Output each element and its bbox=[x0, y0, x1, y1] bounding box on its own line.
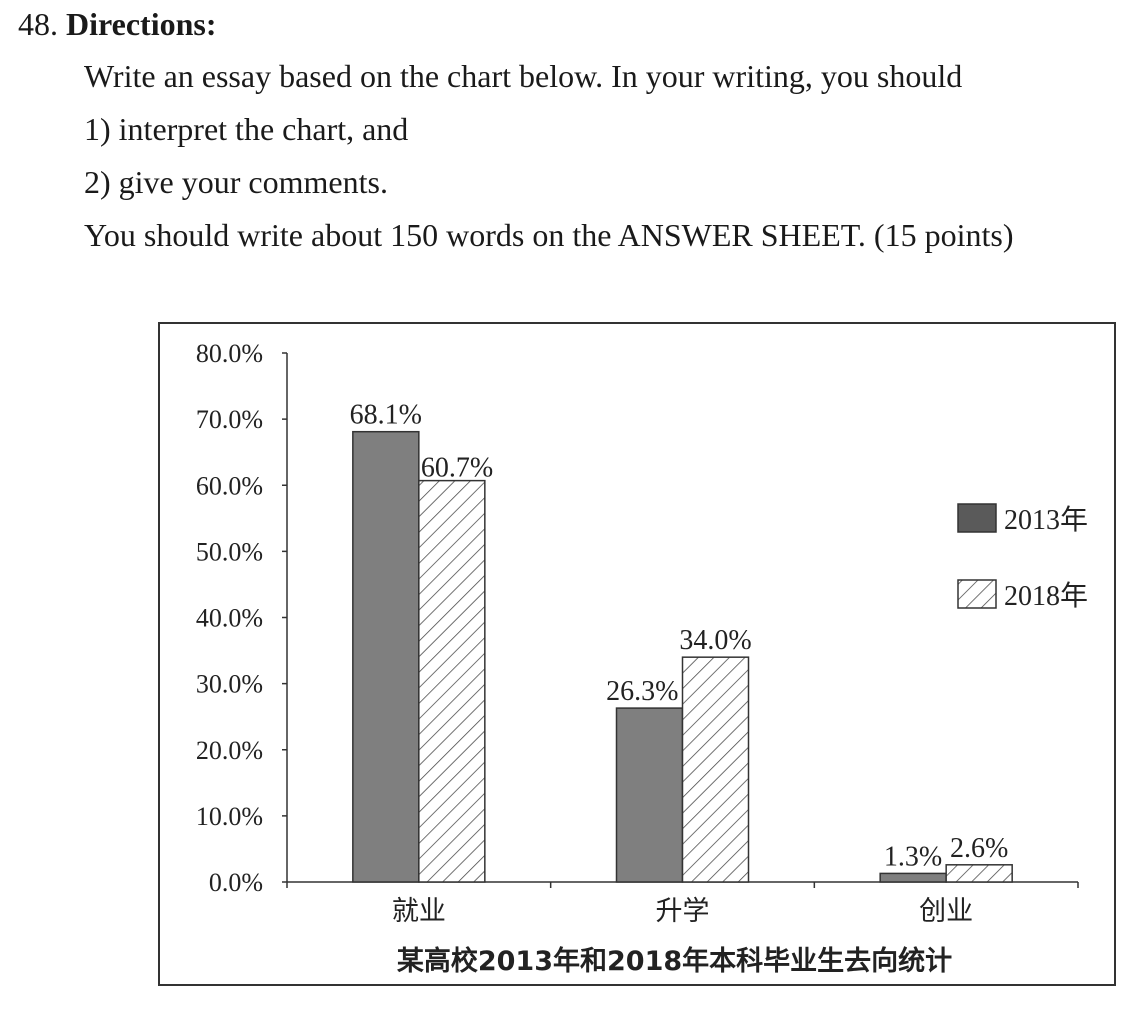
directions-line: You should write about 150 words on the … bbox=[84, 217, 1014, 253]
y-tick-label: 0.0% bbox=[209, 868, 263, 897]
bar-solid bbox=[615, 707, 684, 883]
legend-label: 2018年 bbox=[1004, 580, 1088, 612]
bar-hatched bbox=[681, 656, 750, 883]
data-label: 1.3% bbox=[884, 841, 942, 872]
data-label: 60.7% bbox=[421, 453, 493, 484]
legend-swatch bbox=[957, 503, 997, 533]
data-label: 34.0% bbox=[679, 625, 751, 656]
y-tick-label: 60.0% bbox=[196, 471, 263, 500]
y-tick-label: 30.0% bbox=[196, 670, 263, 699]
category-label: 就业 bbox=[392, 896, 446, 927]
bar-hatched bbox=[418, 479, 486, 883]
directions-line: 2) give your comments. bbox=[84, 164, 388, 200]
chart-title: 某高校2013年和2018年本科毕业生去向统计 bbox=[397, 945, 952, 977]
question-number: 48. bbox=[18, 6, 58, 42]
y-tick-label: 50.0% bbox=[196, 537, 263, 566]
bar-solid bbox=[352, 430, 420, 883]
directions-line: Write an essay based on the chart below.… bbox=[84, 58, 963, 94]
bar-solid bbox=[879, 872, 947, 883]
bar-chart: 0.0% 10.0% 20.0% 30.0% 40.0% 50.0% 60.0% 70.0% 8… bbox=[196, 339, 1088, 977]
legend-swatch bbox=[957, 579, 997, 609]
directions-line: 1) interpret the chart, and bbox=[84, 111, 409, 147]
question-heading: 48. Directions: bbox=[18, 4, 1128, 44]
legend-label: 2013年 bbox=[1004, 504, 1088, 536]
category-label: 升学 bbox=[656, 896, 710, 927]
y-tick-label: 70.0% bbox=[196, 405, 263, 434]
data-label: 68.1% bbox=[350, 400, 422, 431]
y-tick-label: 20.0% bbox=[196, 736, 263, 765]
bar-hatched bbox=[945, 864, 1013, 883]
y-tick-label: 40.0% bbox=[196, 604, 263, 633]
question-block: 48. Directions: Write an essay based on … bbox=[18, 4, 1128, 268]
category-label: 创业 bbox=[919, 896, 973, 927]
data-label: 2.6% bbox=[950, 833, 1008, 864]
data-label: 26.3% bbox=[606, 676, 678, 707]
chart-frame: 0.0% 10.0% 20.0% 30.0% 40.0% 50.0% 60.0% 70.0% 8… bbox=[158, 322, 1116, 986]
directions-text: Write an essay based on the chart below.… bbox=[84, 56, 1128, 255]
y-tick-label: 10.0% bbox=[196, 802, 263, 831]
directions-heading: Directions: bbox=[66, 6, 217, 42]
y-tick-label: 80.0% bbox=[196, 339, 263, 368]
